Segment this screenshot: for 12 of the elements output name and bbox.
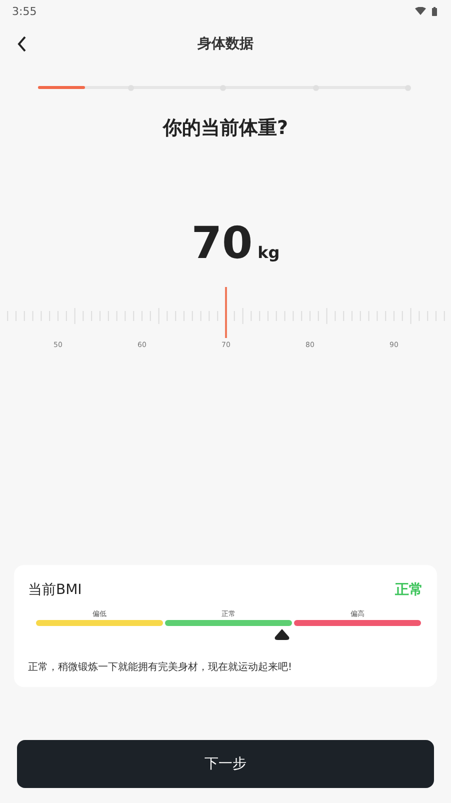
weight-unit: kg: [258, 243, 280, 262]
bmi-message: 正常，稍微锻炼一下就能拥有完美身材，现在就运动起来吧!: [28, 660, 294, 674]
battery-icon: [432, 6, 437, 16]
question-text: 你的当前体重?: [162, 116, 290, 141]
next-button[interactable]: 下一步: [17, 740, 434, 788]
bmi-status: 正常: [395, 581, 423, 599]
page-title: 身体数据: [198, 35, 254, 53]
status-time: 3:55: [12, 4, 37, 18]
weight-value: 70: [191, 219, 253, 269]
wifi-icon: [415, 7, 426, 15]
back-icon[interactable]: [17, 36, 27, 52]
bmi-title: 当前BMI: [28, 581, 82, 599]
